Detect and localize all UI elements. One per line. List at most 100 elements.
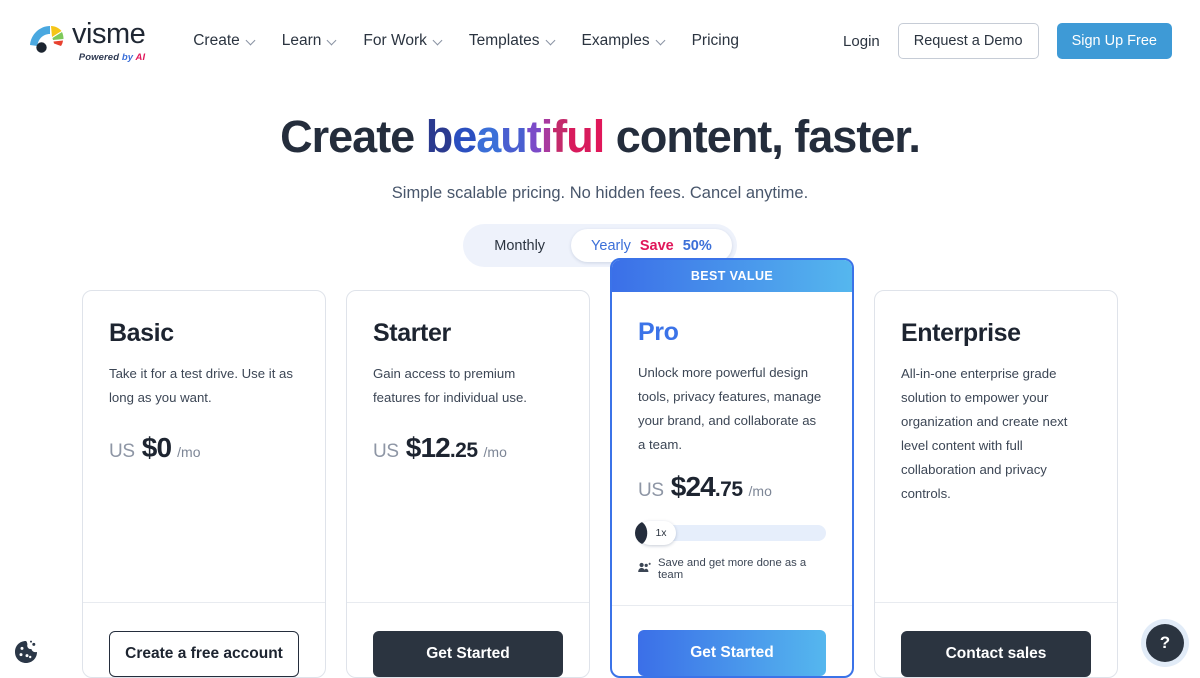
nav-item-for-work[interactable]: For Work [363, 32, 442, 50]
logo-wordmark: visme [72, 17, 146, 50]
toggle-yearly-label: Yearly [591, 237, 631, 254]
main-nav: Create Learn For Work Templates Examples… [193, 32, 739, 50]
pricing-page: visme Powered by AI Create Learn For Wor… [0, 0, 1200, 678]
price-amount: $24 [670, 471, 716, 503]
toggle-save-percent: 50% [682, 237, 712, 254]
request-demo-button[interactable]: Request a Demo [897, 23, 1039, 59]
headline-prefix: Create [280, 111, 426, 162]
visme-logo-mark-icon [28, 22, 64, 56]
nav-label: Templates [468, 32, 540, 49]
cookie-consent-icon[interactable] [10, 636, 42, 668]
plan-description: Unlock more powerful design tools, priva… [638, 365, 822, 453]
price-currency: US [373, 441, 399, 463]
nav-label: Create [193, 32, 240, 49]
header-actions: Login Request a Demo Sign Up Free [843, 23, 1172, 59]
headline-accent-char: l [592, 111, 605, 162]
plan-name: Starter [373, 319, 451, 347]
card-body: Starter Gain access to premium features … [347, 291, 589, 578]
pricing-card-enterprise: Enterprise All-in-one enterprise grade s… [874, 290, 1118, 678]
chevron-down-icon [657, 36, 666, 45]
pricing-card-pro: BEST VALUE Pro Unlock more powerful desi… [610, 258, 854, 678]
plan-description: Take it for a test drive. Use it as long… [109, 366, 293, 406]
card-footer: Create a free account [83, 578, 325, 677]
card-footer: Contact sales [875, 578, 1117, 677]
headline-accent-char: b [425, 111, 453, 162]
card-body: Enterprise All-in-one enterprise grade s… [875, 291, 1117, 578]
plan-name: Pro [638, 318, 679, 346]
team-note-text: Save and get more done as a team [658, 557, 807, 582]
visme-logo[interactable]: visme Powered by AI [28, 17, 146, 63]
nav-label: Learn [281, 32, 322, 49]
slider-value: 1x [655, 527, 667, 540]
toggle-save-label: Save [639, 237, 674, 254]
card-body: Pro Unlock more powerful design tools, p… [612, 292, 852, 605]
plan-price: US $12 .25 /mo [373, 432, 563, 464]
chevron-down-icon [547, 36, 556, 45]
logo-tagline-ai: AI [135, 51, 146, 63]
price-period: /mo [748, 483, 772, 500]
chevron-down-icon [328, 36, 337, 45]
pricing-cards: Basic Take it for a test drive. Use it a… [82, 258, 1118, 678]
plan-cta-basic[interactable]: Create a free account [109, 631, 299, 677]
price-amount: $12 [405, 432, 451, 464]
price-cents: .25 [449, 439, 478, 463]
nav-label: For Work [363, 32, 427, 49]
card-footer: Get Started [612, 605, 852, 676]
plan-description: All-in-one enterprise grade solution to … [901, 366, 1068, 502]
sign-up-free-button[interactable]: Sign Up Free [1056, 23, 1172, 59]
site-header: visme Powered by AI Create Learn For Wor… [0, 0, 1200, 82]
pricing-card-starter: Starter Gain access to premium features … [346, 290, 590, 678]
nav-item-pricing[interactable]: Pricing [692, 32, 739, 50]
billing-toggle-wrap: Monthly Yearly Save 50% [0, 224, 1200, 267]
card-footer: Get Started [347, 578, 589, 677]
headline-accent-char: u [566, 111, 593, 162]
headline-accent-char: f [552, 111, 567, 162]
headline-accent-char: e [452, 111, 477, 162]
pricing-card-basic: Basic Take it for a test drive. Use it a… [82, 290, 326, 678]
card-divider [347, 602, 589, 603]
headline-suffix: content, faster. [604, 111, 921, 162]
page-subtitle: Simple scalable pricing. No hidden fees.… [391, 183, 809, 202]
logo-tagline-by: by [121, 51, 134, 63]
plan-cta-enterprise[interactable]: Contact sales [901, 631, 1091, 677]
price-period: /mo [177, 444, 201, 461]
nav-label: Pricing [691, 32, 739, 49]
login-link[interactable]: Login [843, 33, 880, 50]
logo-tagline: Powered by AI [72, 52, 145, 63]
card-body: Basic Take it for a test drive. Use it a… [83, 291, 325, 578]
plan-name: Basic [109, 319, 174, 347]
plan-price: US $0 /mo [109, 432, 299, 464]
plan-cta-starter[interactable]: Get Started [373, 631, 563, 677]
best-value-badge: BEST VALUE [612, 260, 852, 292]
team-savings-note: Save and get more done as a team [638, 557, 826, 581]
logo-tagline-powered: Powered [78, 51, 120, 63]
chevron-down-icon [247, 36, 256, 45]
card-divider [875, 602, 1117, 603]
price-currency: US [109, 441, 135, 463]
toggle-option-monthly[interactable]: Monthly [468, 229, 571, 262]
slider-track[interactable] [662, 525, 826, 542]
nav-item-templates[interactable]: Templates [469, 32, 556, 50]
price-amount: $0 [141, 432, 172, 464]
headline-accent-char: a [476, 111, 501, 162]
nav-label: Examples [581, 32, 650, 49]
headline-accent-char: t [526, 111, 542, 162]
plan-name: Enterprise [901, 319, 1021, 347]
headline-accent-char: u [500, 111, 527, 162]
plan-cta-pro[interactable]: Get Started [638, 630, 826, 676]
users-group-icon [638, 562, 651, 576]
help-button[interactable]: ? [1146, 624, 1184, 662]
nav-item-examples[interactable]: Examples [582, 32, 666, 50]
slider-handle[interactable]: 1x [638, 521, 676, 546]
plan-description: Gain access to premium features for indi… [373, 366, 527, 406]
card-divider [83, 602, 325, 603]
headline-accent-char: i [540, 111, 553, 162]
price-currency: US [638, 480, 664, 502]
price-period: /mo [483, 444, 507, 461]
page-title: Create beautiful content, faster. [0, 112, 1200, 162]
chevron-down-icon [434, 36, 443, 45]
seat-count-slider[interactable]: 1x [638, 521, 826, 546]
nav-item-create[interactable]: Create [193, 32, 256, 50]
plan-price: US $24 .75 /mo [638, 471, 826, 503]
nav-item-learn[interactable]: Learn [282, 32, 338, 50]
